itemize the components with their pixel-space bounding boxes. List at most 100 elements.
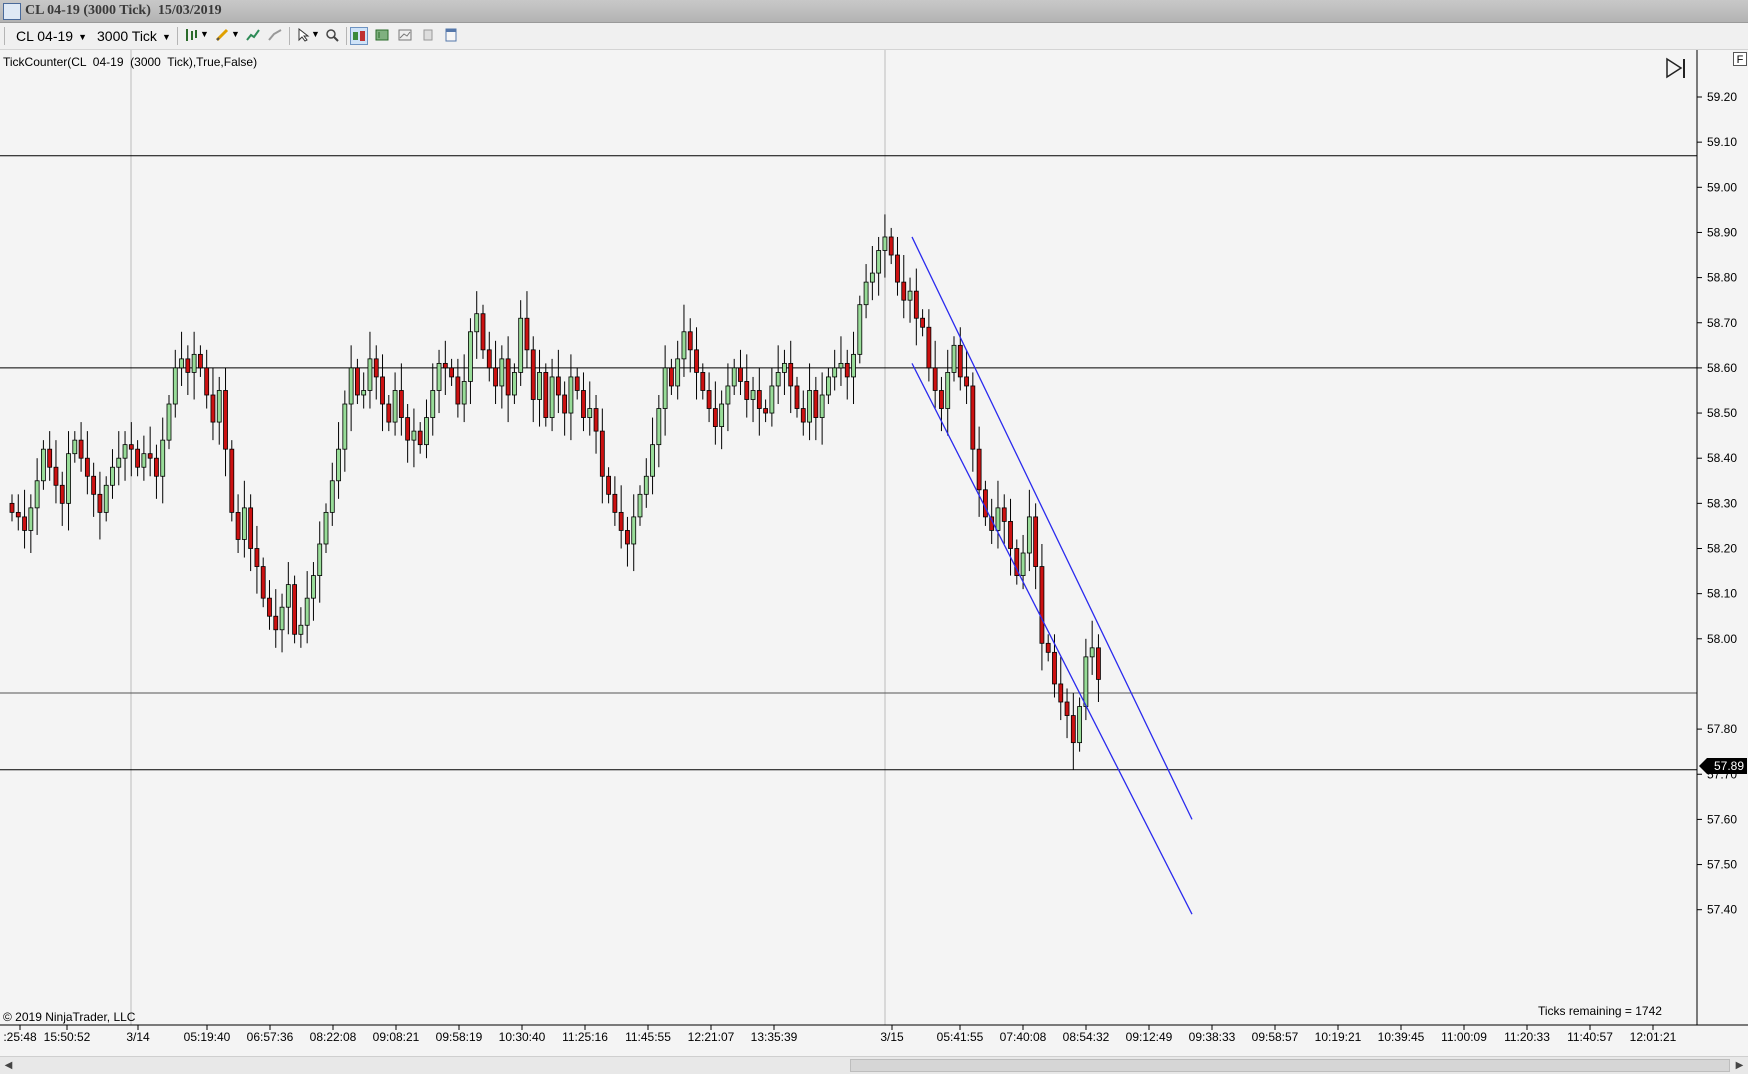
chart-properties-button[interactable] bbox=[396, 27, 414, 45]
candlestick bbox=[273, 589, 279, 648]
chart-trader-button[interactable] bbox=[350, 27, 368, 45]
show-scroll-button[interactable] bbox=[442, 27, 460, 45]
candle-body bbox=[976, 448, 982, 491]
data-box-icon bbox=[375, 29, 389, 41]
candlestick bbox=[59, 471, 65, 526]
candle-body bbox=[9, 502, 15, 513]
indicator-label[interactable]: TickCounter(CL 04-19 (3000 Tick),True,Fa… bbox=[3, 55, 257, 69]
copyright-label: © 2019 NinjaTrader, LLC bbox=[3, 1010, 136, 1024]
candlestick bbox=[468, 318, 473, 405]
candlestick bbox=[204, 349, 210, 409]
candle-body bbox=[474, 313, 480, 333]
candlestick bbox=[486, 331, 492, 382]
candle-body bbox=[499, 358, 505, 387]
candlestick bbox=[141, 435, 147, 481]
price-axis[interactable]: 59.20 59.10 59.00 58.90 58.80 58.70 58.60 58.50… bbox=[1697, 90, 1737, 917]
candlestick bbox=[285, 562, 291, 635]
trend-channel-line[interactable] bbox=[911, 236, 1193, 820]
candlestick bbox=[631, 494, 637, 572]
price-axis-label: 58.90 bbox=[1707, 225, 1737, 239]
candlestick bbox=[574, 367, 580, 400]
candlestick bbox=[756, 367, 762, 436]
candlestick bbox=[882, 214, 888, 278]
candlestick bbox=[625, 516, 630, 567]
data-box-button[interactable] bbox=[373, 27, 391, 45]
candle-body bbox=[832, 367, 838, 378]
candle-body bbox=[857, 304, 863, 355]
candle-body bbox=[662, 367, 668, 409]
strategies-button[interactable] bbox=[266, 27, 284, 45]
candle-body bbox=[116, 457, 122, 468]
candlestick bbox=[907, 277, 913, 323]
candle-body bbox=[694, 349, 699, 373]
candlestick bbox=[103, 476, 109, 522]
zoom-button[interactable] bbox=[323, 27, 341, 45]
instrument-selector[interactable]: CL 04-19 ▼ bbox=[16, 27, 87, 45]
candle-body bbox=[461, 381, 467, 405]
price-chart[interactable]: 59.20 59.10 59.00 58.90 58.80 58.70 58.60 58.50… bbox=[0, 50, 1748, 1055]
candle-body bbox=[147, 453, 153, 459]
candlestick bbox=[1014, 539, 1020, 585]
time-axis-label: 12:21:07 bbox=[688, 1030, 735, 1044]
candlestick bbox=[1001, 494, 1007, 544]
candlestick bbox=[499, 345, 505, 409]
candlestick bbox=[725, 363, 731, 432]
candle-body bbox=[235, 511, 241, 540]
snapshot-button[interactable] bbox=[419, 27, 437, 45]
cursor-button[interactable] bbox=[294, 27, 312, 45]
add-indicator-button[interactable] bbox=[244, 27, 262, 45]
price-axis-label: 57.60 bbox=[1707, 812, 1737, 826]
candle-body bbox=[719, 403, 725, 427]
candlestick bbox=[235, 494, 241, 554]
interval-selector[interactable]: 3000 Tick ▼ bbox=[97, 27, 171, 45]
corner-button[interactable]: F bbox=[1733, 52, 1747, 66]
candle-body bbox=[794, 385, 800, 409]
bar-type-button[interactable] bbox=[182, 27, 200, 45]
candle-body bbox=[1058, 683, 1064, 703]
candle-body bbox=[920, 317, 925, 328]
candle-body bbox=[625, 530, 630, 545]
candle-body bbox=[1089, 647, 1095, 658]
time-axis-label: 11:20:33 bbox=[1504, 1030, 1550, 1044]
candle-body bbox=[392, 390, 398, 423]
time-axis-label: 10:30:40 bbox=[499, 1030, 546, 1044]
time-axis-label: 09:12:49 bbox=[1126, 1030, 1173, 1044]
drawing-tool-button[interactable] bbox=[213, 27, 231, 45]
drawing-tool-dropdown[interactable]: ▼ bbox=[231, 25, 240, 43]
candlestick bbox=[826, 367, 831, 405]
cursor-dropdown[interactable]: ▼ bbox=[311, 25, 320, 43]
candle-body bbox=[505, 358, 511, 396]
time-axis-label: 3/15 bbox=[880, 1030, 904, 1044]
candle-body bbox=[298, 624, 304, 635]
scrollbar-thumb[interactable] bbox=[850, 1059, 1730, 1072]
candle-body bbox=[229, 448, 235, 513]
candlestick bbox=[110, 449, 115, 499]
candlestick bbox=[524, 291, 530, 368]
candlesticks bbox=[9, 214, 1101, 770]
scroll-left-icon[interactable]: ◀ bbox=[0, 1057, 17, 1074]
candle-body bbox=[788, 362, 794, 387]
candle-body bbox=[530, 349, 536, 400]
bar-type-dropdown[interactable]: ▼ bbox=[200, 25, 209, 43]
window-title: CL 04-19 (3000 Tick) 15/03/2019 bbox=[25, 3, 222, 18]
time-axis[interactable]: :25:48 15:50:52 3/14 05:19:40 06:57:36 08:22:… bbox=[3, 1025, 1677, 1044]
time-axis-label: 10:19:21 bbox=[1315, 1030, 1362, 1044]
candle-body bbox=[939, 390, 944, 409]
candle-body bbox=[442, 362, 448, 369]
trend-channel-line[interactable] bbox=[911, 363, 1193, 915]
candlestick bbox=[920, 309, 925, 337]
candlestick bbox=[731, 358, 737, 395]
candlestick bbox=[197, 345, 203, 377]
scroll-to-end-icon[interactable] bbox=[1665, 57, 1687, 81]
candle-body bbox=[800, 408, 806, 423]
horizontal-scrollbar[interactable]: ◀ ▶ bbox=[0, 1056, 1748, 1074]
scroll-right-icon[interactable]: ▶ bbox=[1731, 1057, 1748, 1074]
price-axis-label: 58.80 bbox=[1707, 271, 1737, 285]
candlestick bbox=[493, 340, 498, 405]
candlestick bbox=[474, 291, 480, 359]
candlestick bbox=[254, 525, 260, 594]
candle-body bbox=[323, 511, 329, 545]
candlestick bbox=[166, 394, 172, 450]
candle-body bbox=[888, 236, 894, 256]
candlestick bbox=[449, 358, 455, 386]
